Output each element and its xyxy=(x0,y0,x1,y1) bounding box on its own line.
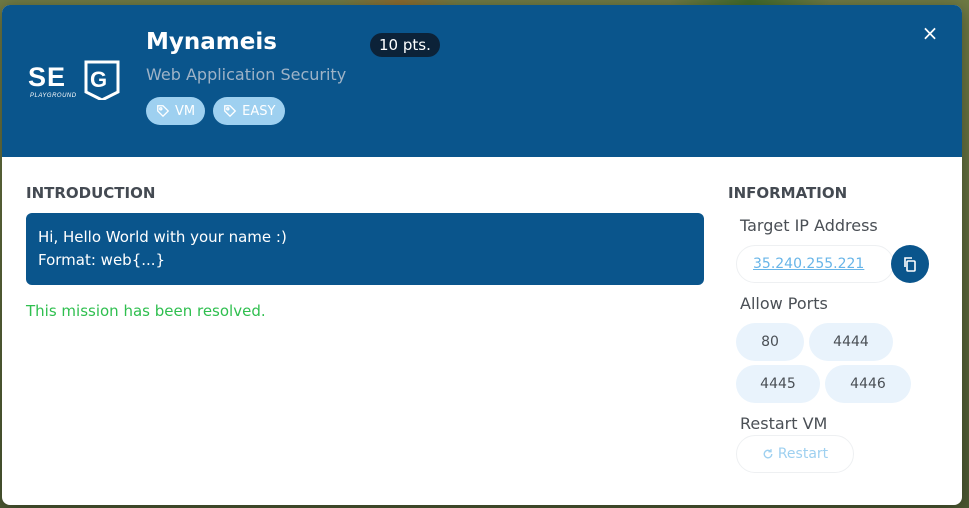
tag-label: EASY xyxy=(242,103,276,119)
close-icon[interactable]: × xyxy=(920,23,940,43)
tag-icon xyxy=(157,105,170,118)
restart-vm-label: Restart VM xyxy=(740,414,828,433)
challenge-modal: SE G PLAYGROUND Mynameis 10 pts. Web App… xyxy=(2,5,962,505)
port-badge: 4445 xyxy=(736,365,820,403)
port-badge: 80 xyxy=(736,323,804,361)
port-badge: 4444 xyxy=(809,323,893,361)
svg-text:G: G xyxy=(90,67,107,92)
information-heading: INFORMATION xyxy=(728,184,848,202)
tag-list: VM EASY xyxy=(146,97,286,125)
seg-playground-logo: SE G PLAYGROUND xyxy=(28,60,120,100)
points-badge: 10 pts. xyxy=(370,33,440,57)
introduction-heading: INTRODUCTION xyxy=(26,184,156,202)
port-badge: 4446 xyxy=(825,365,911,403)
restart-button[interactable]: Restart xyxy=(736,435,854,473)
tag-difficulty: EASY xyxy=(213,97,286,125)
tag-icon xyxy=(224,105,237,118)
copy-icon xyxy=(904,257,916,272)
introduction-box: Hi, Hello World with your name :) Format… xyxy=(26,213,704,285)
allow-ports-label: Allow Ports xyxy=(740,294,828,313)
introduction-line: Format: web{...} xyxy=(38,251,166,269)
target-ip-link[interactable]: 35.240.255.221 xyxy=(736,245,894,283)
resolved-status: This mission has been resolved. xyxy=(26,302,266,320)
challenge-category: Web Application Security xyxy=(146,65,347,84)
tag-label: VM xyxy=(175,103,196,119)
target-ip-label: Target IP Address xyxy=(740,216,878,235)
svg-text:SE: SE xyxy=(28,62,66,92)
svg-text:PLAYGROUND: PLAYGROUND xyxy=(30,93,77,99)
copy-ip-button[interactable] xyxy=(891,245,929,283)
restart-button-label: Restart xyxy=(777,446,829,462)
introduction-line: Hi, Hello World with your name :) xyxy=(38,228,287,246)
challenge-title: Mynameis xyxy=(146,29,277,55)
refresh-icon xyxy=(763,449,773,459)
modal-header: SE G PLAYGROUND Mynameis 10 pts. Web App… xyxy=(2,5,962,157)
tag-vm: VM xyxy=(146,97,206,125)
